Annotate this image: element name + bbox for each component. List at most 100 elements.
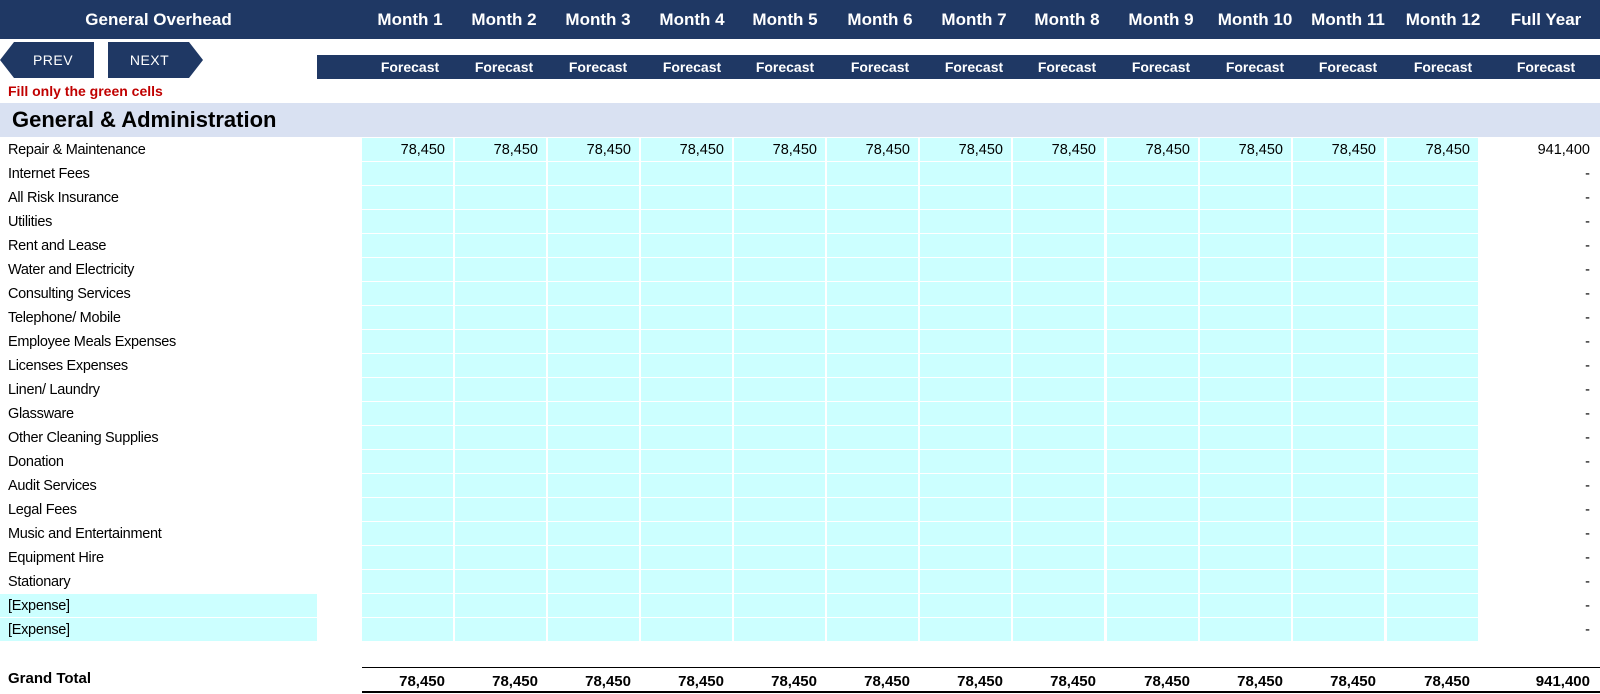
input-cell[interactable] bbox=[641, 546, 732, 569]
input-cell[interactable] bbox=[1387, 594, 1478, 617]
input-cell[interactable] bbox=[641, 402, 732, 425]
input-cell[interactable] bbox=[1293, 450, 1384, 473]
input-cell[interactable] bbox=[1387, 426, 1478, 449]
input-cell[interactable] bbox=[1293, 498, 1384, 521]
input-cell[interactable] bbox=[548, 618, 639, 641]
input-cell[interactable] bbox=[641, 210, 732, 233]
input-cell[interactable] bbox=[455, 186, 546, 209]
input-cell[interactable] bbox=[827, 258, 918, 281]
input-cell[interactable] bbox=[455, 402, 546, 425]
input-cell[interactable] bbox=[362, 618, 453, 641]
input-cell[interactable] bbox=[1107, 306, 1198, 329]
input-cell[interactable] bbox=[362, 162, 453, 185]
input-cell[interactable]: 78,450 bbox=[548, 138, 639, 161]
input-cell[interactable] bbox=[1200, 186, 1291, 209]
input-cell[interactable] bbox=[1200, 162, 1291, 185]
input-cell[interactable] bbox=[455, 450, 546, 473]
expense-label-input[interactable]: [Expense] bbox=[0, 594, 317, 617]
next-button[interactable]: NEXT bbox=[108, 42, 203, 78]
input-cell[interactable] bbox=[641, 570, 732, 593]
input-cell[interactable] bbox=[827, 282, 918, 305]
input-cell[interactable] bbox=[1013, 498, 1104, 521]
input-cell[interactable] bbox=[734, 402, 825, 425]
input-cell[interactable] bbox=[827, 354, 918, 377]
input-cell[interactable] bbox=[1387, 498, 1478, 521]
input-cell[interactable] bbox=[1200, 282, 1291, 305]
input-cell[interactable] bbox=[920, 330, 1011, 353]
input-cell[interactable] bbox=[1387, 330, 1478, 353]
input-cell[interactable] bbox=[455, 306, 546, 329]
input-cell[interactable] bbox=[920, 570, 1011, 593]
input-cell[interactable] bbox=[1107, 234, 1198, 257]
input-cell[interactable] bbox=[1387, 546, 1478, 569]
input-cell[interactable] bbox=[734, 618, 825, 641]
input-cell[interactable] bbox=[920, 474, 1011, 497]
input-cell[interactable] bbox=[1293, 570, 1384, 593]
input-cell[interactable] bbox=[1200, 474, 1291, 497]
input-cell[interactable] bbox=[734, 234, 825, 257]
input-cell[interactable] bbox=[734, 378, 825, 401]
input-cell[interactable] bbox=[734, 474, 825, 497]
input-cell[interactable] bbox=[1293, 330, 1384, 353]
input-cell[interactable] bbox=[641, 474, 732, 497]
input-cell[interactable] bbox=[548, 546, 639, 569]
input-cell[interactable] bbox=[1200, 258, 1291, 281]
input-cell[interactable] bbox=[920, 402, 1011, 425]
input-cell[interactable] bbox=[1293, 426, 1384, 449]
input-cell[interactable] bbox=[1013, 258, 1104, 281]
input-cell[interactable] bbox=[1200, 402, 1291, 425]
input-cell[interactable] bbox=[920, 234, 1011, 257]
input-cell[interactable] bbox=[548, 330, 639, 353]
input-cell[interactable] bbox=[827, 402, 918, 425]
input-cell[interactable] bbox=[548, 450, 639, 473]
input-cell[interactable] bbox=[1387, 282, 1478, 305]
input-cell[interactable] bbox=[1200, 546, 1291, 569]
input-cell[interactable] bbox=[1387, 186, 1478, 209]
input-cell[interactable] bbox=[920, 546, 1011, 569]
input-cell[interactable] bbox=[641, 594, 732, 617]
input-cell[interactable] bbox=[548, 354, 639, 377]
input-cell[interactable] bbox=[734, 282, 825, 305]
input-cell[interactable] bbox=[1293, 210, 1384, 233]
input-cell[interactable] bbox=[548, 258, 639, 281]
input-cell[interactable] bbox=[362, 522, 453, 545]
input-cell[interactable] bbox=[1293, 282, 1384, 305]
input-cell[interactable] bbox=[827, 426, 918, 449]
input-cell[interactable] bbox=[1200, 570, 1291, 593]
input-cell[interactable] bbox=[362, 570, 453, 593]
input-cell[interactable] bbox=[734, 186, 825, 209]
input-cell[interactable] bbox=[1293, 258, 1384, 281]
input-cell[interactable] bbox=[920, 186, 1011, 209]
input-cell[interactable] bbox=[1200, 450, 1291, 473]
input-cell[interactable] bbox=[548, 162, 639, 185]
input-cell[interactable] bbox=[362, 282, 453, 305]
input-cell[interactable] bbox=[641, 306, 732, 329]
input-cell[interactable] bbox=[1107, 594, 1198, 617]
input-cell[interactable] bbox=[1013, 282, 1104, 305]
input-cell[interactable] bbox=[455, 378, 546, 401]
input-cell[interactable] bbox=[362, 450, 453, 473]
input-cell[interactable] bbox=[455, 474, 546, 497]
input-cell[interactable]: 78,450 bbox=[1293, 138, 1384, 161]
input-cell[interactable] bbox=[827, 162, 918, 185]
input-cell[interactable] bbox=[920, 594, 1011, 617]
input-cell[interactable]: 78,450 bbox=[1013, 138, 1104, 161]
input-cell[interactable] bbox=[1387, 378, 1478, 401]
input-cell[interactable] bbox=[641, 186, 732, 209]
input-cell[interactable] bbox=[1387, 570, 1478, 593]
input-cell[interactable] bbox=[827, 546, 918, 569]
input-cell[interactable] bbox=[920, 498, 1011, 521]
input-cell[interactable] bbox=[1013, 594, 1104, 617]
input-cell[interactable] bbox=[455, 330, 546, 353]
input-cell[interactable] bbox=[548, 498, 639, 521]
input-cell[interactable] bbox=[548, 522, 639, 545]
input-cell[interactable] bbox=[1013, 522, 1104, 545]
input-cell[interactable] bbox=[548, 234, 639, 257]
input-cell[interactable] bbox=[1293, 474, 1384, 497]
input-cell[interactable]: 78,450 bbox=[1387, 138, 1478, 161]
input-cell[interactable] bbox=[548, 378, 639, 401]
input-cell[interactable] bbox=[1107, 450, 1198, 473]
input-cell[interactable] bbox=[548, 282, 639, 305]
input-cell[interactable] bbox=[1107, 162, 1198, 185]
input-cell[interactable] bbox=[1013, 162, 1104, 185]
